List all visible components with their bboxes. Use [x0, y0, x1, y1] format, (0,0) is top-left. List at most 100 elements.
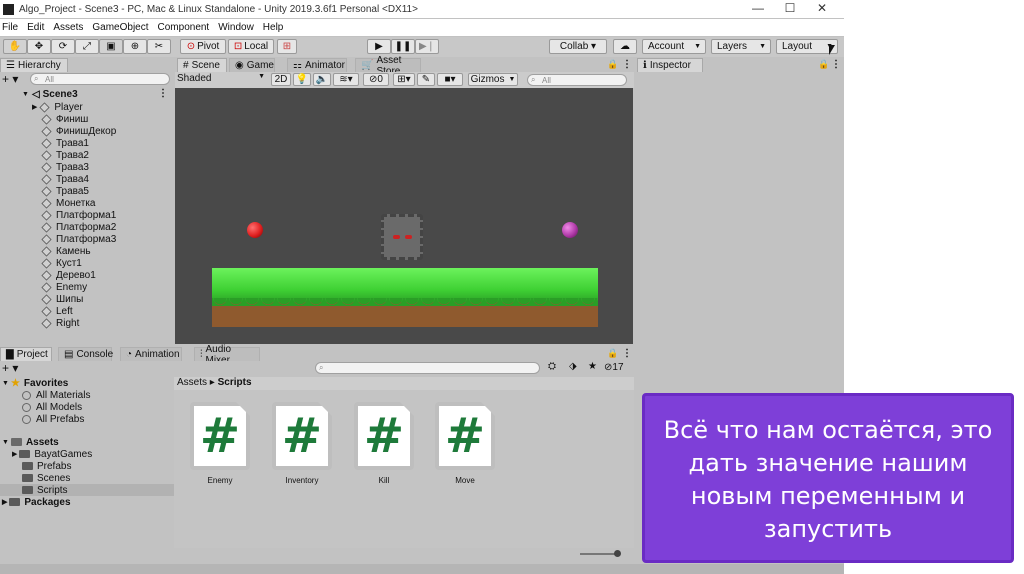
favorites-section[interactable]: ▼ ★ Favorites	[2, 377, 68, 389]
hierarchy-item[interactable]: Трава3	[41, 161, 89, 173]
tab-asset-store[interactable]: 🛒 Asset Store	[355, 55, 421, 77]
2d-toggle[interactable]: 2D	[271, 73, 291, 86]
menu-assets[interactable]: Assets	[53, 22, 83, 33]
hierarchy-item[interactable]: ▶ Player	[32, 101, 83, 113]
hierarchy-item[interactable]: Трава2	[41, 149, 89, 161]
step-button[interactable]: ▶❘	[415, 39, 439, 54]
script-asset-kill[interactable]: # Kill	[354, 402, 414, 485]
red-coin-sprite[interactable]	[247, 222, 263, 238]
add-object-button[interactable]: + ▾	[2, 72, 18, 86]
script-asset-inventory[interactable]: # Inventory	[272, 402, 332, 485]
gizmos-dropdown[interactable]: Gizmos ▼	[468, 73, 518, 86]
favorite-item[interactable]: All Prefabs	[22, 413, 84, 425]
search-by-label-icon[interactable]: ⬗	[569, 361, 577, 372]
panel-menu-icon[interactable]: ⋮	[622, 59, 632, 70]
hierarchy-item[interactable]: Платформа3	[41, 233, 116, 245]
tools-toggle[interactable]: ✎	[417, 73, 435, 86]
tab-scene[interactable]: # Scene	[177, 58, 227, 72]
grid-toggle[interactable]: ⊞▾	[393, 73, 415, 86]
hierarchy-item[interactable]: Enemy	[41, 281, 87, 293]
breadcrumb-scripts[interactable]: Scripts	[218, 377, 252, 388]
script-asset-move[interactable]: # Move	[435, 402, 495, 485]
project-search-input[interactable]: ⌕	[315, 362, 540, 374]
icon-size-slider-handle[interactable]	[614, 550, 621, 557]
close-button[interactable]: ✕	[806, 0, 838, 18]
tab-animation[interactable]: ◔ Animation	[120, 347, 182, 361]
hidden-packages-toggle[interactable]: ⊘17	[604, 362, 624, 373]
tab-inspector[interactable]: ℹ Inspector	[637, 58, 703, 72]
hierarchy-item[interactable]: Трава1	[41, 137, 89, 149]
search-by-type-icon[interactable]: ⛭	[548, 361, 556, 372]
hierarchy-item[interactable]: Дерево1	[41, 269, 96, 281]
lock-icon[interactable]: 🔒	[818, 59, 829, 70]
panel-menu-icon[interactable]: ⋮	[831, 59, 841, 70]
tab-animator[interactable]: ⚏ Animator	[287, 58, 347, 72]
breadcrumb-assets[interactable]: Assets	[177, 377, 207, 388]
collab-button[interactable]: Collab ▾	[549, 39, 607, 54]
menu-gameobject[interactable]: GameObject	[92, 22, 148, 33]
hierarchy-item[interactable]: Куст1	[41, 257, 82, 269]
panel-menu-icon[interactable]: ⋮	[622, 348, 632, 359]
lock-icon[interactable]: 🔒	[607, 59, 618, 70]
hierarchy-item[interactable]: Финиш	[41, 113, 88, 125]
menu-component[interactable]: Component	[158, 22, 210, 33]
hierarchy-item[interactable]: Right	[41, 317, 79, 329]
hierarchy-search-input[interactable]: ⌕ All	[30, 73, 170, 85]
menu-window[interactable]: Window	[218, 22, 254, 33]
favorite-star-icon[interactable]: ★	[588, 361, 597, 372]
pause-button[interactable]: ❚❚	[391, 39, 415, 54]
hierarchy-item[interactable]: Платформа1	[41, 209, 116, 221]
assets-section[interactable]: ▼ Assets	[2, 436, 59, 448]
effects-dropdown[interactable]: ≋▾	[333, 73, 359, 86]
scene-menu-icon[interactable]: ⋮	[158, 88, 168, 99]
custom-tool-button[interactable]: ✂	[147, 39, 171, 54]
tab-audio-mixer[interactable]: ⫶ Audio Mixer	[194, 344, 260, 366]
favorite-item[interactable]: All Models	[22, 401, 82, 413]
hierarchy-item[interactable]: Трава5	[41, 185, 89, 197]
rect-tool-button[interactable]: ▣	[99, 39, 123, 54]
pivot-button[interactable]: ⊙ Pivot	[180, 39, 226, 54]
local-button[interactable]: ⊡ Local	[228, 39, 274, 54]
asset-folder[interactable]: ▶ BayatGames	[12, 448, 92, 460]
hierarchy-item[interactable]: ФинишДекор	[41, 125, 116, 137]
tab-project[interactable]: ▇ Project	[0, 347, 52, 361]
rotate-tool-button[interactable]: ⟳	[51, 39, 75, 54]
camera-dropdown[interactable]: ■▾	[437, 73, 463, 86]
tab-game[interactable]: ◉ Game	[229, 58, 275, 72]
hierarchy-item[interactable]: Шипы	[41, 293, 83, 305]
favorite-item[interactable]: All Materials	[22, 389, 90, 401]
menu-edit[interactable]: Edit	[27, 22, 44, 33]
maximize-button[interactable]: ☐	[774, 0, 806, 18]
packages-section[interactable]: ▶ Packages	[2, 496, 71, 508]
lighting-toggle[interactable]: 💡	[293, 73, 311, 86]
layers-dropdown[interactable]: Layers ▼	[711, 39, 771, 54]
menu-help[interactable]: Help	[263, 22, 284, 33]
hierarchy-item[interactable]: Трава4	[41, 173, 89, 185]
play-button[interactable]: ▶	[367, 39, 391, 54]
minimize-button[interactable]: —	[742, 0, 774, 18]
purple-coin-sprite[interactable]	[562, 222, 578, 238]
script-asset-enemy[interactable]: # Enemy	[190, 402, 250, 485]
menu-file[interactable]: File	[2, 22, 18, 33]
shading-dropdown[interactable]: Shaded ▼	[177, 73, 267, 86]
account-dropdown[interactable]: Account ▼	[642, 39, 706, 54]
asset-folder[interactable]: Scenes	[22, 472, 70, 484]
lock-icon[interactable]: 🔒	[607, 348, 618, 359]
hierarchy-item[interactable]: Left	[41, 305, 73, 317]
hierarchy-item[interactable]: Камень	[41, 245, 91, 257]
scene-search-input[interactable]: ⌕ All	[527, 74, 627, 86]
move-tool-button[interactable]: ✥	[27, 39, 51, 54]
asset-folder[interactable]: Prefabs	[22, 460, 71, 472]
cloud-button[interactable]: ☁	[613, 39, 637, 54]
create-asset-button[interactable]: + ▾	[2, 361, 18, 375]
tab-console[interactable]: ▤ Console	[58, 347, 113, 361]
tab-hierarchy[interactable]: ☰ Hierarchy	[0, 58, 68, 72]
scene-root[interactable]: ▼ ◁ Scene3	[22, 88, 78, 100]
hidden-objects-toggle[interactable]: ⊘ 0	[363, 73, 389, 86]
scale-tool-button[interactable]: ⤢	[75, 39, 99, 54]
grid-snap-button[interactable]: ⊞	[277, 39, 297, 54]
hand-tool-button[interactable]: ✋	[3, 39, 27, 54]
asset-folder-selected[interactable]: Scripts	[0, 484, 174, 496]
transform-tool-button[interactable]: ⊕	[123, 39, 147, 54]
enemy-spike-sprite[interactable]	[381, 214, 423, 260]
